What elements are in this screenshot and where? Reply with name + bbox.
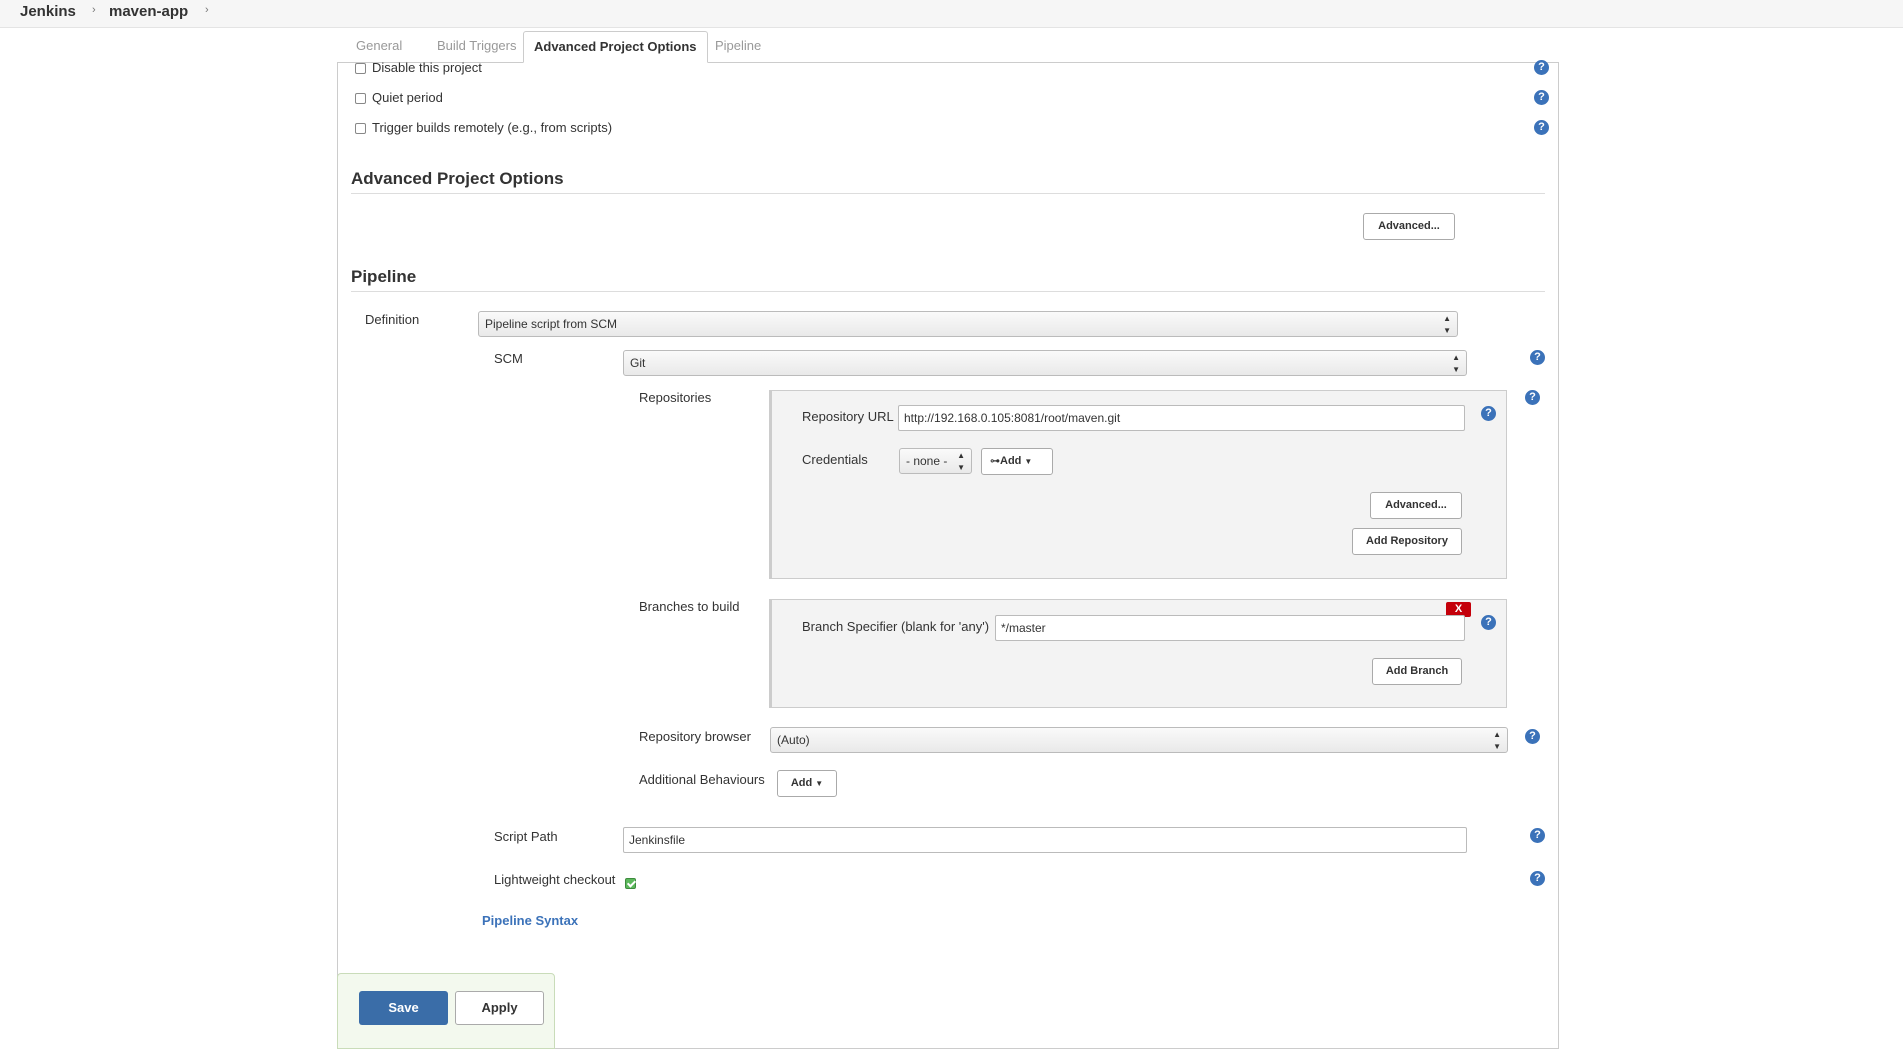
section-divider: [351, 291, 1545, 292]
disable-project-label: Disable this project: [372, 60, 482, 75]
credentials-add-button[interactable]: ⊶Add ▼: [981, 448, 1053, 475]
help-icon[interactable]: ?: [1481, 615, 1496, 630]
pipeline-syntax-link[interactable]: Pipeline Syntax: [482, 913, 578, 928]
breadcrumb-jenkins[interactable]: Jenkins: [20, 3, 76, 20]
chevron-down-icon: ▼: [815, 779, 824, 788]
select-arrows-icon: ▲ ▼: [1443, 314, 1451, 335]
quiet-period-checkbox[interactable]: [355, 93, 366, 104]
script-path-label: Script Path: [494, 829, 558, 844]
credentials-select[interactable]: - none - ▲ ▼: [899, 448, 972, 474]
help-icon[interactable]: ?: [1530, 350, 1545, 365]
help-icon[interactable]: ?: [1534, 90, 1549, 105]
help-icon[interactable]: ?: [1530, 871, 1545, 886]
lightweight-checkout-checkbox[interactable]: [625, 878, 636, 889]
tab-advanced-project-options[interactable]: Advanced Project Options: [523, 31, 708, 63]
tab-pipeline[interactable]: Pipeline: [705, 31, 771, 63]
section-divider: [351, 193, 1545, 194]
tab-general[interactable]: General: [346, 31, 412, 63]
credentials-add-label: Add: [1000, 455, 1022, 467]
breadcrumb-separator-icon[interactable]: ›: [205, 4, 209, 16]
scm-label: SCM: [494, 351, 523, 366]
key-icon: ⊶: [990, 456, 1000, 467]
select-arrows-icon: ▲ ▼: [1493, 730, 1501, 751]
repository-url-label: Repository URL: [802, 409, 894, 424]
branch-specifier-label: Branch Specifier (blank for 'any'): [802, 619, 990, 634]
disable-project-checkbox[interactable]: [355, 63, 366, 74]
definition-selected-value: Pipeline script from SCM: [485, 317, 618, 331]
add-repository-button[interactable]: Add Repository: [1352, 528, 1462, 555]
repositories-label: Repositories: [639, 390, 712, 405]
repository-browser-selected-value: (Auto): [777, 733, 810, 747]
definition-label: Definition: [365, 312, 420, 327]
branches-label: Branches to build: [639, 599, 740, 614]
help-icon[interactable]: ?: [1525, 390, 1540, 405]
repository-browser-label: Repository browser: [639, 729, 751, 744]
help-icon[interactable]: ?: [1534, 60, 1549, 75]
breadcrumb-job[interactable]: maven-app: [109, 3, 188, 20]
help-icon[interactable]: ?: [1525, 729, 1540, 744]
additional-behaviours-label: Additional Behaviours: [639, 772, 765, 787]
advanced-options-button[interactable]: Advanced...: [1363, 213, 1455, 240]
repository-advanced-button[interactable]: Advanced...: [1370, 492, 1462, 519]
breadcrumb: Jenkins › maven-app ›: [0, 0, 1903, 28]
chevron-down-icon: ▼: [1024, 457, 1033, 466]
advanced-options-title: Advanced Project Options: [351, 169, 564, 188]
repository-browser-select[interactable]: (Auto) ▲ ▼: [770, 727, 1508, 753]
config-tabs: General Build Triggers Advanced Project …: [337, 28, 1559, 63]
credentials-label: Credentials: [802, 452, 868, 467]
add-branch-button[interactable]: Add Branch: [1372, 658, 1462, 685]
apply-button[interactable]: Apply: [455, 991, 544, 1025]
repository-url-input[interactable]: http://192.168.0.105:8081/root/maven.git: [898, 405, 1465, 431]
credentials-selected-value: - none -: [906, 454, 948, 468]
lightweight-checkout-label: Lightweight checkout: [494, 872, 616, 887]
select-arrows-icon: ▲ ▼: [1452, 353, 1460, 374]
tab-build-triggers[interactable]: Build Triggers: [427, 31, 526, 63]
definition-select[interactable]: Pipeline script from SCM ▲ ▼: [478, 311, 1458, 337]
pipeline-title: Pipeline: [351, 267, 417, 286]
additional-behaviours-add-button[interactable]: Add ▼: [777, 770, 837, 797]
additional-behaviours-add-label: Add: [790, 777, 813, 789]
save-button[interactable]: Save: [359, 991, 448, 1025]
script-path-input[interactable]: Jenkinsfile: [623, 827, 1467, 853]
select-arrows-icon: ▲ ▼: [957, 451, 965, 472]
scm-selected-value: Git: [630, 356, 646, 370]
trigger-remotely-checkbox[interactable]: [355, 123, 366, 134]
branch-specifier-input[interactable]: */master: [995, 615, 1465, 641]
help-icon[interactable]: ?: [1530, 828, 1545, 843]
breadcrumb-separator-icon[interactable]: ›: [92, 4, 96, 16]
scm-select[interactable]: Git ▲ ▼: [623, 350, 1467, 376]
help-icon[interactable]: ?: [1534, 120, 1549, 135]
quiet-period-label: Quiet period: [372, 90, 443, 105]
help-icon[interactable]: ?: [1481, 406, 1496, 421]
trigger-remotely-label: Trigger builds remotely (e.g., from scri…: [372, 120, 613, 135]
